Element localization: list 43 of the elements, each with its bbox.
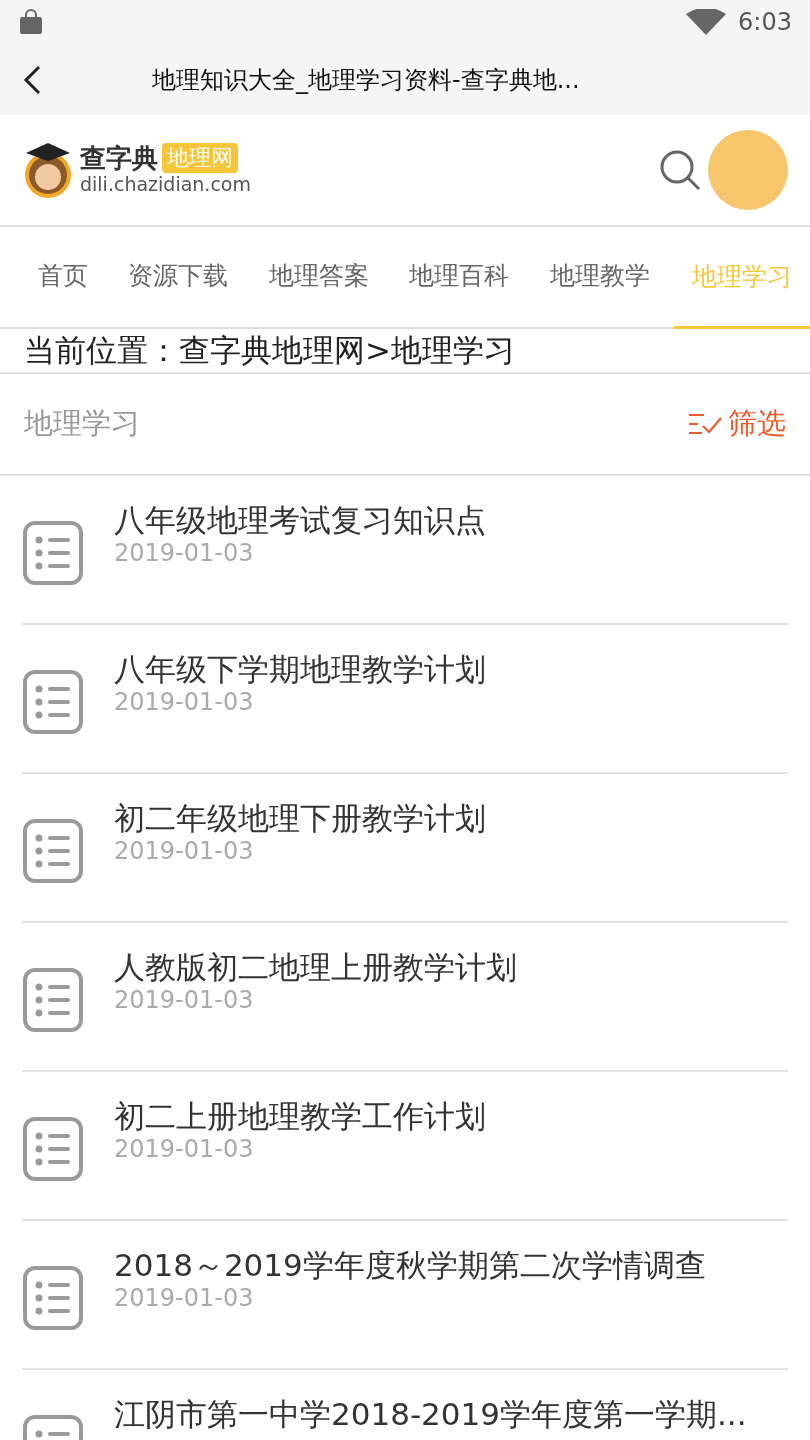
article-title: 初二上册地理教学工作计划: [114, 1098, 486, 1134]
section-title: 地理学习: [24, 405, 140, 443]
article-item[interactable]: 人教版初二地理上册教学计划 2019-01-03: [22, 923, 788, 1072]
search-icon: [659, 149, 701, 191]
nav-tab[interactable]: 地理教学: [533, 227, 666, 327]
list-icon: [22, 1265, 84, 1331]
article-date: 2019-01-03: [114, 687, 255, 717]
site-domain: dili.chazidian.com: [80, 173, 251, 197]
article-title: 八年级地理考试复习知识点: [114, 502, 486, 538]
list-icon: [22, 967, 84, 1033]
page-title: 地理知识大全_地理学习资料-查字典地...: [152, 64, 580, 96]
list-icon: [22, 818, 84, 884]
search-button[interactable]: [658, 148, 702, 192]
article-title: 2018～2019学年度秋学期第二次学情调查: [114, 1247, 706, 1283]
nav-tab[interactable]: 地理答案: [252, 227, 385, 327]
article-date: 2019-01-03: [114, 1283, 255, 1313]
article-title: 江阴市第一中学2018-2019学年度第一学期...: [114, 1396, 747, 1432]
article-title: 人教版初二地理上册教学计划: [114, 949, 517, 985]
breadcrumb: 当前位置：查字典地理网>地理学习: [24, 335, 515, 366]
list-icon: [22, 669, 84, 735]
article-item[interactable]: 初二上册地理教学工作计划 2019-01-03: [22, 1072, 788, 1221]
article-item[interactable]: 初二年级地理下册教学计划 2019-01-03: [22, 774, 788, 923]
article-date: 2019-01-03: [114, 985, 255, 1015]
article-title: 八年级下学期地理教学计划: [114, 651, 486, 687]
nav-tab[interactable]: 地理百科: [393, 227, 526, 327]
article-date: 2019-01-03: [114, 836, 255, 866]
article-date: 2019-01-03: [114, 1134, 255, 1164]
article-item[interactable]: 八年级地理考试复习知识点 2019-01-03: [22, 476, 788, 625]
wifi-icon: [686, 9, 727, 35]
nav-tab[interactable]: 资源下载: [112, 227, 245, 327]
site-badge: 地理网: [162, 143, 238, 174]
article-title: 初二年级地理下册教学计划: [114, 800, 486, 836]
shopping-bag-icon: [18, 9, 44, 35]
article-item[interactable]: 八年级下学期地理教学计划 2019-01-03: [22, 625, 788, 774]
article-item[interactable]: 江阴市第一中学2018-2019学年度第一学期...: [22, 1370, 788, 1440]
filter-icon: [688, 412, 722, 436]
list-icon: [22, 520, 84, 586]
article-date: 2019-01-03: [114, 538, 255, 568]
status-time: 6:03: [738, 7, 792, 38]
list-icon: [22, 1116, 84, 1182]
brand-name: 查字典: [80, 145, 158, 172]
nav-tab[interactable]: 首页: [22, 227, 104, 327]
article-item[interactable]: 2018～2019学年度秋学期第二次学情调查 2019-01-03: [22, 1221, 788, 1370]
